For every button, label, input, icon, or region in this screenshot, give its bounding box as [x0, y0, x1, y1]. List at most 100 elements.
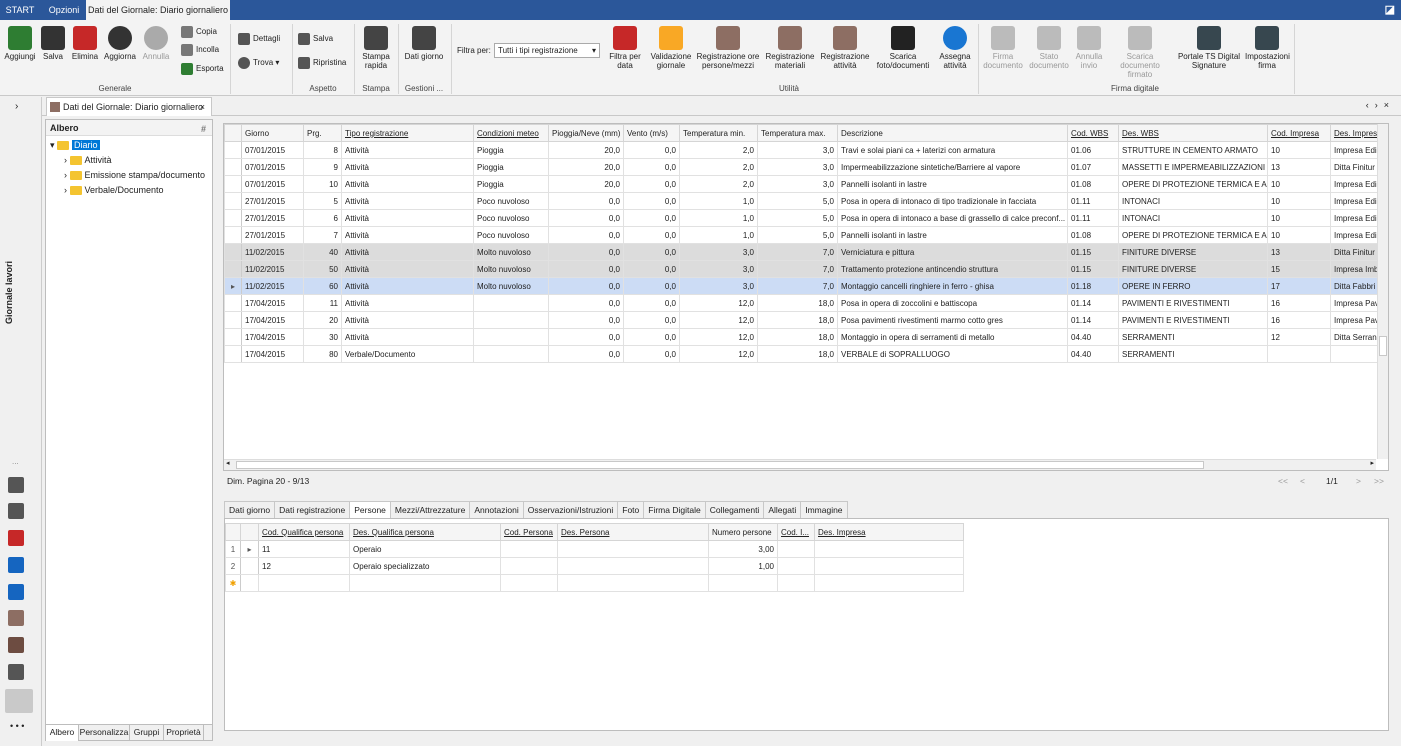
table-cell[interactable] — [777, 540, 815, 558]
tab-firma-digitale[interactable]: Firma Digitale — [643, 501, 706, 518]
table-cell[interactable]: 2,0 — [679, 175, 758, 193]
table-cell[interactable]: Impresa Edi — [1330, 141, 1378, 159]
vertical-scrollbar[interactable] — [1377, 124, 1388, 459]
table-cell[interactable]: Impresa Pav — [1330, 311, 1378, 329]
row-indicator[interactable] — [224, 226, 242, 244]
table-cell[interactable]: 01.06 — [1067, 141, 1119, 159]
table-cell[interactable]: 0,0 — [623, 158, 680, 176]
row-indicator[interactable]: ▸ — [240, 540, 259, 558]
table-cell[interactable]: Verbale/Documento — [341, 345, 474, 363]
table-row[interactable]: 17/04/2015 20 Attività 0,0 0,0 12,0 18,0 Posa p… — [224, 311, 1378, 329]
table-cell[interactable]: 07/01/2015 — [241, 158, 304, 176]
column-header[interactable]: Cod. Persona — [500, 523, 558, 541]
table-cell[interactable]: 3,0 — [679, 260, 758, 278]
dettagli-button[interactable]: Dettagli — [238, 32, 280, 46]
table-cell[interactable] — [500, 557, 558, 575]
table-row[interactable]: 2 12 Operaio specializzato 1,00 — [225, 557, 964, 575]
table-cell[interactable] — [814, 557, 964, 575]
table-cell[interactable]: 40 — [303, 243, 342, 261]
bricks-coin-icon[interactable] — [8, 637, 24, 653]
table-cell[interactable]: 1,0 — [679, 209, 758, 227]
table-cell[interactable]: 6 — [303, 209, 342, 227]
tab-nav-arrows[interactable]: ‹›× — [1366, 100, 1395, 110]
table-cell[interactable] — [777, 557, 815, 575]
table-cell[interactable]: Molto nuvoloso — [473, 277, 549, 295]
diario-icon[interactable] — [5, 689, 33, 713]
row-indicator[interactable] — [224, 328, 242, 346]
aggiungi-button[interactable]: Aggiungi — [2, 26, 38, 61]
table-cell[interactable]: 20,0 — [548, 158, 624, 176]
table-coin-icon[interactable] — [8, 610, 24, 626]
validazione-button[interactable]: Validazione giornale — [649, 26, 693, 70]
table-cell[interactable]: Verniciatura e pittura — [837, 243, 1068, 261]
horizontal-scrollbar[interactable]: ◂ ▸ — [224, 459, 1376, 470]
table-cell[interactable]: 17/04/2015 — [241, 294, 304, 312]
table-cell[interactable] — [500, 540, 558, 558]
table-cell[interactable] — [473, 294, 549, 312]
table-cell[interactable]: Ditta Serran — [1330, 328, 1378, 346]
column-header[interactable]: Cod. I... — [777, 523, 815, 541]
table-cell[interactable]: 3,00 — [708, 540, 778, 558]
table-cell[interactable] — [1267, 345, 1331, 363]
table-cell[interactable]: 07/01/2015 — [241, 175, 304, 193]
tab-proprieta[interactable]: Proprietà — [164, 725, 204, 741]
table-cell[interactable]: Attività — [341, 243, 474, 261]
table-cell[interactable]: 10 — [1267, 175, 1331, 193]
table-cell[interactable]: 0,0 — [623, 209, 680, 227]
table-cell[interactable]: 9 — [303, 158, 342, 176]
table-cell[interactable]: 01.08 — [1067, 226, 1119, 244]
table-cell[interactable]: Ditta Finitur — [1330, 158, 1378, 176]
table-cell[interactable]: 12,0 — [679, 294, 758, 312]
table-cell[interactable]: 01.11 — [1067, 192, 1119, 210]
tree-node-emissione[interactable]: › Emissione stampa/documento — [64, 168, 205, 182]
tab-annotazioni[interactable]: Annotazioni — [469, 501, 524, 518]
column-header[interactable]: Vento (m/s) — [623, 124, 680, 142]
column-header[interactable]: Temperatura min. — [679, 124, 758, 142]
table-cell[interactable] — [240, 574, 259, 592]
registrazione-materiali-button[interactable]: Registrazione materiali — [763, 26, 817, 70]
annulla-button[interactable]: Annulla — [140, 26, 172, 61]
table-cell[interactable]: 0,0 — [548, 243, 624, 261]
table-cell[interactable]: 0,0 — [623, 345, 680, 363]
table-cell[interactable]: 20,0 — [548, 175, 624, 193]
table-cell[interactable]: 5,0 — [757, 209, 838, 227]
row-indicator[interactable] — [224, 260, 242, 278]
table-cell[interactable]: Travi e solai piani ca + laterizi con ar… — [837, 141, 1068, 159]
scarica-foto-button[interactable]: Scarica foto/documenti — [873, 26, 933, 70]
table-cell[interactable]: 01.14 — [1067, 294, 1119, 312]
table-cell[interactable]: 10 — [303, 175, 342, 193]
tab-personalizza[interactable]: Personalizza — [79, 725, 130, 741]
row-indicator[interactable] — [224, 311, 242, 329]
table-cell[interactable]: 11/02/2015 — [241, 277, 304, 295]
table-cell[interactable]: 18,0 — [757, 311, 838, 329]
scroll-right-icon[interactable]: ▸ — [1370, 459, 1374, 467]
table-cell[interactable]: Attività — [341, 328, 474, 346]
table-cell[interactable]: Posa in opera di intonaco a base di gras… — [837, 209, 1068, 227]
table-cell[interactable]: 12 — [258, 557, 350, 575]
table-cell[interactable]: Poco nuvoloso — [473, 192, 549, 210]
table-cell[interactable]: 27/01/2015 — [241, 226, 304, 244]
table-cell[interactable]: Pioggia — [473, 158, 549, 176]
column-header[interactable]: Prg. — [303, 124, 342, 142]
trova-button[interactable]: Trova ▾ — [238, 56, 279, 70]
table-cell[interactable] — [557, 557, 709, 575]
table-cell[interactable] — [349, 574, 501, 592]
tab-dati-giornale[interactable]: Dati del Giornale: Diario giornaliero — [86, 0, 230, 20]
table-cell[interactable]: Attività — [341, 260, 474, 278]
table-cell[interactable]: 18,0 — [757, 328, 838, 346]
table-cell[interactable]: 0,0 — [623, 141, 680, 159]
table-cell[interactable]: 3,0 — [757, 141, 838, 159]
column-header[interactable]: Giorno — [241, 124, 304, 142]
table-cell[interactable]: Attività — [341, 175, 474, 193]
row-indicator[interactable] — [224, 175, 242, 193]
table-cell[interactable]: 11 — [258, 540, 350, 558]
table-row[interactable]: ▸ 11/02/2015 60 Attività Molto nuvoloso 0,0 0,… — [224, 277, 1378, 295]
table-cell[interactable]: 3,0 — [757, 175, 838, 193]
table-cell[interactable]: Poco nuvoloso — [473, 226, 549, 244]
table-row[interactable]: 17/04/2015 80 Verbale/Documento 0,0 0,0 12,0 1… — [224, 345, 1378, 363]
table-cell[interactable]: Montaggio in opera di serramenti di meta… — [837, 328, 1068, 346]
table-cell[interactable]: 07/01/2015 — [241, 141, 304, 159]
table-cell[interactable]: Pannelli isolanti in lastre — [837, 175, 1068, 193]
aggiorna-button[interactable]: Aggiorna — [102, 26, 138, 61]
table-row[interactable]: 11/02/2015 40 Attività Molto nuvoloso 0,0 0,0… — [224, 243, 1378, 261]
